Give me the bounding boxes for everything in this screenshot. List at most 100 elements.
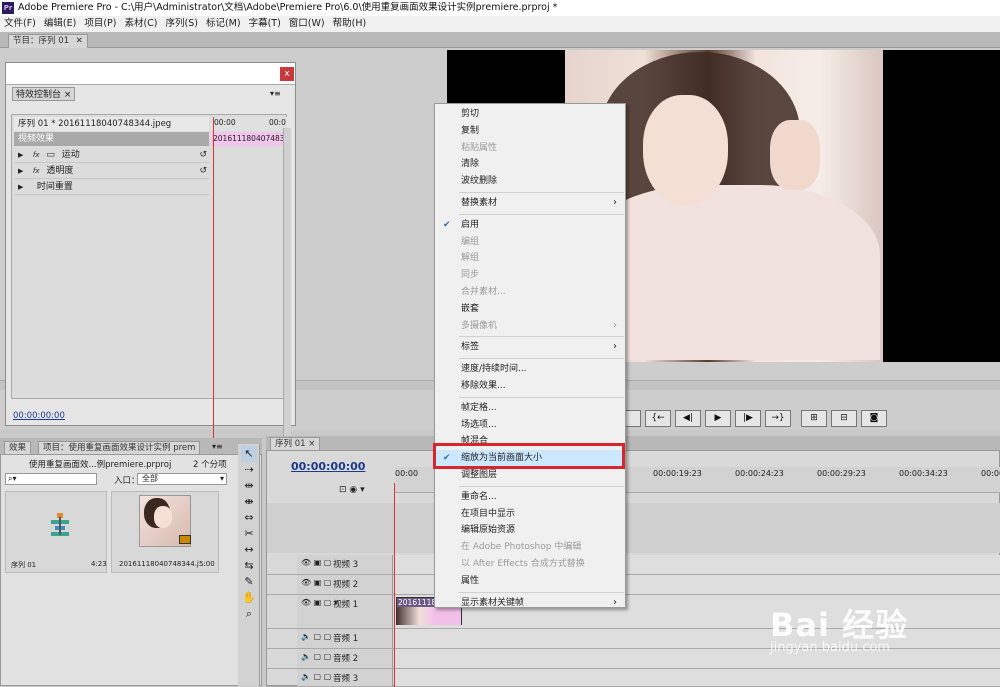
tab-program-monitor[interactable]: 节目：序列 01 ✕ — [8, 34, 88, 48]
menu-title[interactable]: 字幕(T) — [249, 16, 281, 32]
track-lane[interactable] — [394, 649, 1000, 668]
lift-icon[interactable]: ⊞ — [801, 410, 827, 427]
hand-tool-icon[interactable]: ✋ — [241, 590, 257, 606]
effect-row-motion[interactable]: ▶ fx ▭ 运动 ↺ — [14, 147, 209, 163]
menu-window[interactable]: 窗口(W) — [289, 16, 325, 32]
slide-tool-icon[interactable]: ⇆ — [241, 558, 257, 574]
rate-stretch-tool-icon[interactable]: ⇔ — [241, 510, 257, 526]
menu-marker[interactable]: 标记(M) — [206, 16, 241, 32]
track-lane[interactable] — [394, 629, 1000, 648]
menu-item-label: 标签 — [461, 342, 480, 353]
context-menu-item[interactable]: ✔ 启用 — [435, 217, 625, 233]
eye-icon[interactable]: 👁 ▣ ▢ — [301, 578, 331, 587]
razor-tool-icon[interactable]: ✂ — [241, 526, 257, 542]
chevron-down-icon: ▾ — [219, 474, 224, 483]
tab-sequence-01[interactable]: 序列 01 × — [270, 437, 321, 451]
step-back-icon[interactable]: ◀| — [675, 410, 701, 427]
context-menu-item[interactable]: 移除效果... — [435, 378, 625, 394]
context-menu-item[interactable]: 波纹删除 — [435, 173, 625, 189]
panel-menu-icon[interactable]: ▾≡ — [212, 442, 223, 451]
highlight-annotation-box — [433, 443, 625, 469]
tab-effect-controls[interactable]: 特效控制台 × — [12, 87, 76, 101]
effect-time-ruler[interactable]: 00:00 00:0 — [211, 117, 287, 131]
play-icon[interactable]: ▶ — [705, 410, 731, 427]
panel-menu-icon[interactable]: ▾≡ — [270, 87, 281, 101]
fx-badge-icon[interactable]: fx — [33, 151, 40, 159]
reset-icon[interactable]: ↺ — [199, 163, 207, 179]
checkmark-icon: ✔ — [443, 219, 451, 230]
context-menu-item[interactable]: 速度/持续时间... — [435, 361, 625, 377]
context-menu-item[interactable]: 帧定格... — [435, 400, 625, 416]
context-menu-item[interactable]: 在项目中显示 — [435, 506, 625, 522]
track-audio-3[interactable]: 🔈 ▢ ▢ 音频 3 — [267, 669, 1000, 687]
context-menu-item[interactable]: 复制 — [435, 123, 625, 139]
context-menu-item[interactable]: 属性 — [435, 573, 625, 589]
effect-row-opacity[interactable]: ▶ fx 透明度 ↺ — [14, 163, 209, 179]
title-bar: Adobe Premiere Pro - C:\用户\Administrator… — [0, 0, 1000, 16]
menu-item-label: 在项目中显示 — [461, 508, 516, 519]
rolling-edit-tool-icon[interactable]: ⇼ — [241, 494, 257, 510]
menu-item-label: 帧定格... — [461, 402, 497, 413]
timeline-current-time[interactable]: 00:00:00:00 — [291, 460, 365, 473]
zoom-tool-icon[interactable]: ⌕ — [241, 606, 257, 622]
context-menu-item[interactable]: 编辑原始资源 — [435, 522, 625, 538]
context-menu-item[interactable]: 替换素材 › — [435, 195, 625, 211]
menu-project[interactable]: 项目(P) — [84, 16, 116, 32]
timeline-playhead[interactable] — [394, 483, 395, 687]
effect-label: 运动 — [61, 150, 80, 160]
track-video-3[interactable]: 👁 ▣ ▢ 视频 3 — [267, 555, 1000, 575]
expand-arrow-icon[interactable]: ▶ — [18, 163, 30, 179]
panel-menu-icon[interactable]: ✕ — [76, 36, 83, 46]
speaker-icon[interactable]: 🔈 ▢ ▢ — [301, 632, 331, 641]
speaker-icon[interactable]: 🔈 ▢ ▢ — [301, 652, 331, 661]
close-icon[interactable]: x — [280, 67, 294, 81]
go-to-out-icon[interactable]: →} — [765, 410, 791, 427]
menu-item-label: 重命名... — [461, 491, 497, 502]
effect-row-time-remap[interactable]: ▶ 时间重置 — [14, 179, 209, 195]
effect-clip-bar[interactable]: 20161118040748344 — [211, 132, 287, 146]
context-menu-item[interactable]: 显示素材关键帧 › — [435, 595, 625, 611]
effect-current-time[interactable]: 00:00:00:00 — [13, 411, 65, 421]
track-lane[interactable] — [394, 669, 1000, 686]
context-menu-item[interactable]: 重命名... — [435, 489, 625, 505]
pen-tool-icon[interactable]: ✎ — [241, 574, 257, 590]
slip-tool-icon[interactable]: ↔ — [241, 542, 257, 558]
extract-icon[interactable]: ⊟ — [831, 410, 857, 427]
context-menu-item[interactable]: 调整图层 — [435, 467, 625, 483]
floating-panel-header[interactable] — [6, 63, 295, 85]
context-menu-item[interactable]: 场选项... — [435, 417, 625, 433]
menu-file[interactable]: 文件(F) — [4, 16, 36, 32]
reset-icon[interactable]: ↺ — [199, 147, 207, 163]
speaker-icon[interactable]: 🔈 ▢ ▢ — [301, 672, 331, 681]
menu-sequence[interactable]: 序列(S) — [166, 16, 198, 32]
scrollbar[interactable] — [283, 128, 291, 448]
snap-icon[interactable]: ⊡ ◉ ▾ — [339, 485, 365, 495]
go-to-in-icon[interactable]: {← — [645, 410, 671, 427]
context-menu-item[interactable]: 标签 › — [435, 339, 625, 355]
eye-icon[interactable]: 👁 ▣ ▢ — [301, 558, 331, 567]
menu-edit[interactable]: 编辑(E) — [44, 16, 76, 32]
search-input[interactable]: ⌕▾ — [5, 473, 97, 485]
track-select-tool-icon[interactable]: ⇢ — [241, 462, 257, 478]
window-title: Adobe Premiere Pro - C:\用户\Administrator… — [18, 2, 558, 13]
step-forward-icon[interactable]: |▶ — [735, 410, 761, 427]
context-menu-item[interactable]: 清除 — [435, 156, 625, 172]
tab-project[interactable]: 项目：使用重复画面效果设计实例 prem — [38, 441, 201, 455]
effect-playhead-line[interactable] — [213, 117, 214, 447]
context-menu-item[interactable]: 嵌套 — [435, 301, 625, 317]
export-frame-icon[interactable]: ◙ — [861, 410, 887, 427]
menu-help[interactable]: 帮助(H) — [333, 16, 367, 32]
expand-arrow-icon[interactable]: ▶ — [18, 147, 30, 163]
menu-clip[interactable]: 素材(C) — [124, 16, 157, 32]
expand-arrow-icon[interactable]: ▶ — [18, 179, 30, 195]
in-select[interactable]: 全部 ▾ — [137, 473, 227, 485]
tab-effects[interactable]: 效果 — [4, 441, 32, 455]
menu-separator — [459, 358, 624, 360]
track-video-2[interactable]: 👁 ▣ ▢ 视频 2 — [267, 575, 1000, 595]
fx-badge-icon[interactable]: fx — [33, 167, 40, 175]
selection-tool-icon[interactable]: ↖ — [241, 446, 257, 462]
track-audio-2[interactable]: 🔈 ▢ ▢ 音频 2 — [267, 649, 1000, 669]
ripple-edit-tool-icon[interactable]: ⇹ — [241, 478, 257, 494]
timeline-empty-area[interactable] — [267, 503, 1000, 553]
context-menu-item[interactable]: 剪切 — [435, 106, 625, 122]
